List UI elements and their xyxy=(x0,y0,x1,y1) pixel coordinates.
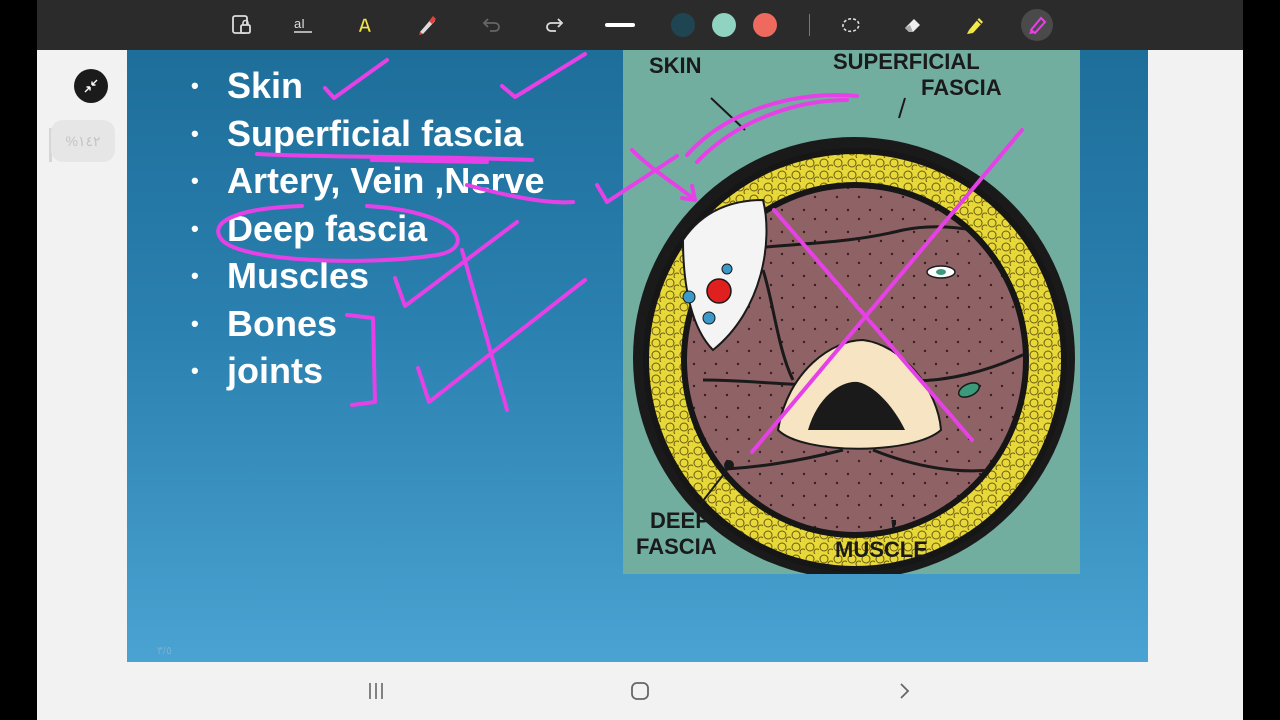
note-app: aI A %١٤٢ • Skin • Superficial fascia • … xyxy=(37,0,1243,720)
annotation-underline-nerve xyxy=(465,183,575,205)
back-icon[interactable] xyxy=(894,681,914,706)
annotation-check-skin-2 xyxy=(500,52,587,99)
annotation-arrow-to-diagram xyxy=(630,148,697,202)
handwritten-annotations xyxy=(216,52,1024,454)
home-icon[interactable] xyxy=(630,681,650,706)
annotation-ellipse-deep-fascia xyxy=(216,204,460,263)
annotation-bracket-bones xyxy=(345,313,377,407)
annotation-arc-skin-2 xyxy=(695,98,849,164)
annotation-cross-diagram-1 xyxy=(772,208,974,442)
annotation-underline-superficial-2 xyxy=(370,158,489,164)
system-navigation-bar xyxy=(37,662,1243,720)
recent-apps-icon[interactable] xyxy=(366,681,386,706)
annotation-check-skin xyxy=(323,58,389,100)
annotation-cross-diagram-2 xyxy=(750,128,1024,454)
annotation-cross-muscles xyxy=(460,248,509,412)
